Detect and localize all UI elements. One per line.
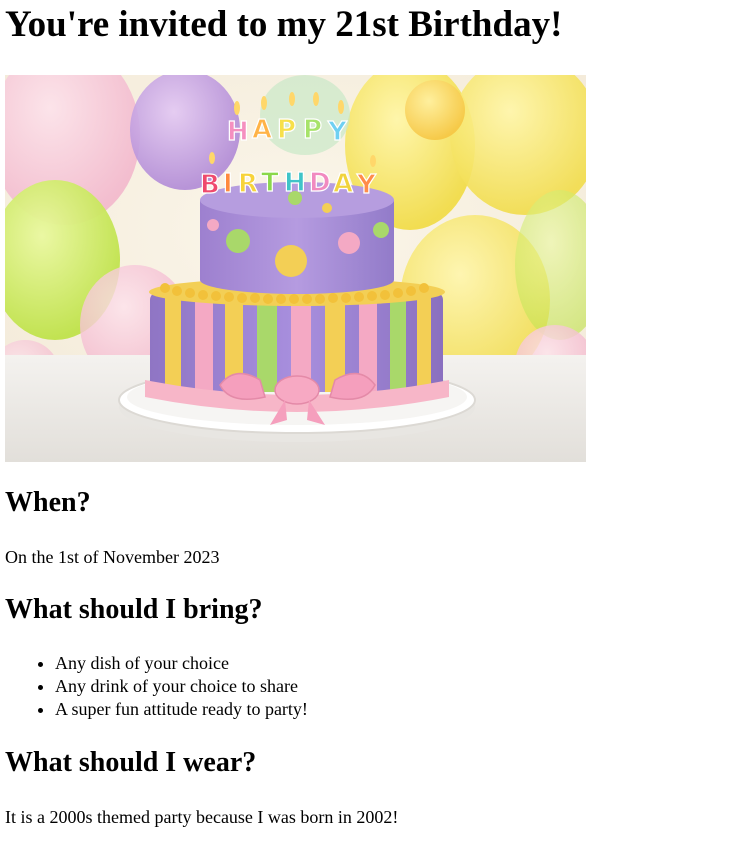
list-item: A super fun attitude ready to party! xyxy=(55,698,308,721)
svg-text:Y: Y xyxy=(327,117,348,147)
svg-text:D: D xyxy=(309,168,331,198)
wear-text: It is a 2000s themed party because I was… xyxy=(5,807,399,827)
svg-text:A: A xyxy=(252,115,272,145)
bring-heading: What should I bring? xyxy=(5,594,263,625)
page-title: You're invited to my 21st Birthday! xyxy=(5,4,563,45)
bring-list: Any dish of your choice Any drink of you… xyxy=(5,652,308,721)
svg-text:P: P xyxy=(277,115,296,145)
svg-text:H: H xyxy=(227,117,249,147)
when-heading: When? xyxy=(5,487,91,518)
list-item: Any drink of your choice to share xyxy=(55,675,308,698)
svg-text:R: R xyxy=(238,169,258,199)
svg-text:A: A xyxy=(333,169,353,199)
svg-text:H: H xyxy=(284,168,306,198)
when-text: On the 1st of November 2023 xyxy=(5,547,220,567)
svg-text:P: P xyxy=(303,115,322,145)
wear-heading: What should I wear? xyxy=(5,747,257,778)
svg-text:I: I xyxy=(223,169,233,199)
birthday-cake-image: H A P P Y B I R T H D A Y xyxy=(5,75,586,462)
svg-text:B: B xyxy=(200,170,220,200)
list-item: Any dish of your choice xyxy=(55,652,308,675)
svg-text:T: T xyxy=(261,168,279,198)
svg-text:Y: Y xyxy=(356,170,377,200)
